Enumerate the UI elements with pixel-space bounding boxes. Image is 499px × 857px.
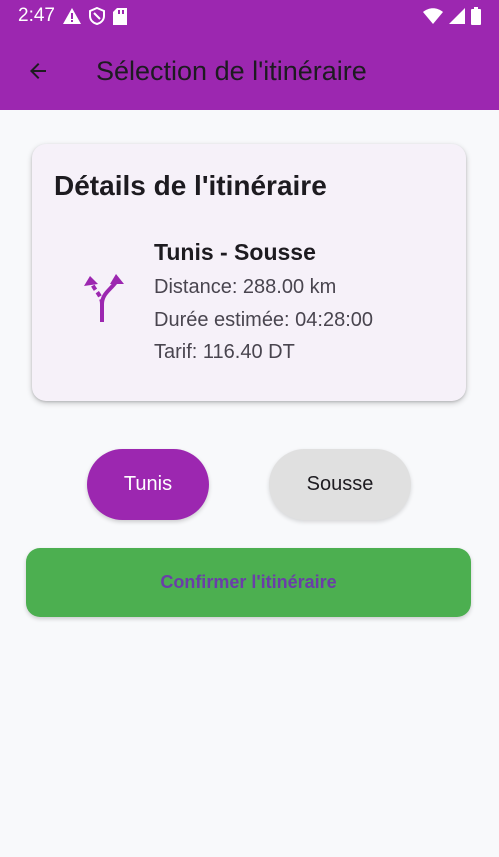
route-fork-icon — [84, 274, 124, 322]
route-fare: Tarif: 116.40 DT — [154, 341, 295, 363]
confirm-route-button[interactable]: Confirmer l'itinéraire — [26, 548, 471, 617]
status-bar: 2:47 — [0, 0, 499, 32]
sd-card-icon — [112, 7, 127, 25]
status-right — [423, 7, 481, 25]
battery-icon — [471, 7, 481, 25]
signal-icon — [449, 8, 465, 24]
route-distance: Distance: 288.00 km — [154, 276, 337, 298]
back-button[interactable] — [18, 51, 58, 91]
route-duration: Durée estimée: 04:28:00 — [154, 309, 374, 331]
arrow-back-icon — [30, 63, 46, 79]
card-title: Détails de l'itinéraire — [54, 170, 327, 201]
shield-icon — [88, 7, 105, 25]
route-name: Tunis - Sousse — [154, 239, 316, 265]
city-button-from[interactable]: Tunis — [87, 449, 209, 520]
route-details-card: Détails de l'itinéraire Tunis - Sousse D… — [32, 144, 466, 401]
page-title: Sélection de l'itinéraire — [96, 55, 367, 86]
status-time: 2:47 — [18, 5, 55, 26]
status-left: 2:47 — [18, 5, 127, 27]
wifi-icon — [423, 8, 443, 24]
warning-icon — [62, 8, 81, 24]
city-button-to[interactable]: Sousse — [269, 449, 411, 520]
app-bar: Sélection de l'itinéraire — [0, 32, 499, 110]
